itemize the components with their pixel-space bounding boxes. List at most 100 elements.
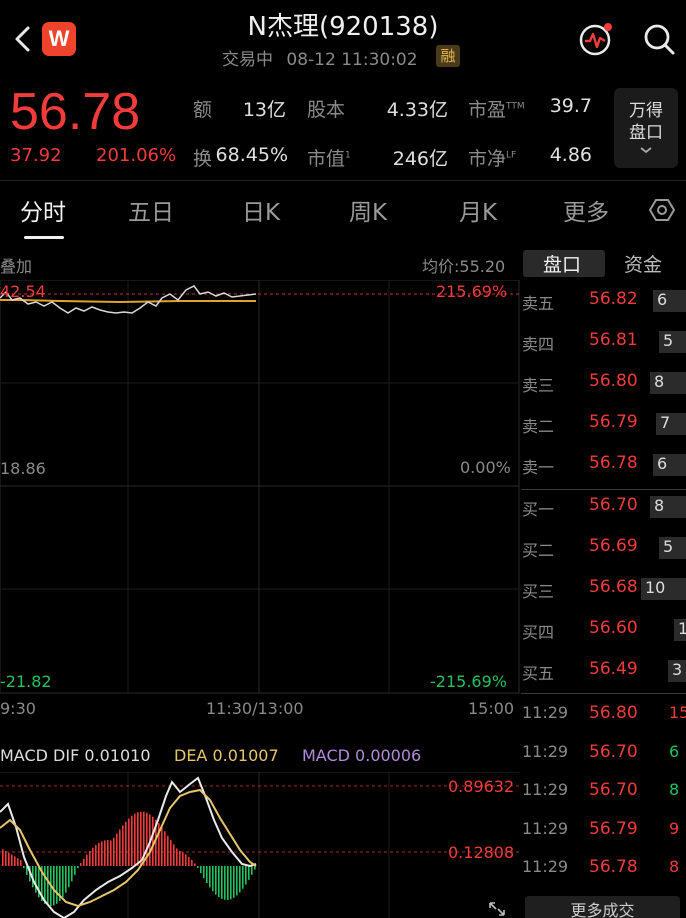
- bid-row[interactable]: 买三 56.68 10: [521, 574, 686, 604]
- macd-bar: [107, 840, 109, 866]
- macd-bar: [191, 859, 193, 866]
- datetime-text: 08-12 11:30:02: [286, 50, 418, 70]
- tab-intraday[interactable]: 分时: [20, 193, 66, 227]
- side-tab-orderbook[interactable]: 盘口: [543, 250, 581, 277]
- ob-volume: 7: [660, 413, 671, 432]
- macd-bar: [188, 856, 190, 866]
- macd-bar: [230, 866, 232, 900]
- macd-bar: [119, 829, 121, 866]
- price-alert-icon[interactable]: [577, 20, 615, 58]
- macd-chart[interactable]: [0, 772, 520, 918]
- macd-bar: [44, 866, 46, 904]
- ob-volume: 8: [654, 372, 665, 391]
- macd-bar: [137, 812, 139, 866]
- ask-row[interactable]: 卖二 56.79 7: [521, 409, 686, 439]
- tab-daily-k[interactable]: 日K: [242, 193, 280, 227]
- wande-line2: 盘口: [629, 123, 663, 143]
- bid-row[interactable]: 买一 56.70 8: [521, 492, 686, 522]
- ob-price: 56.78: [589, 453, 638, 473]
- ob-price: 56.79: [589, 412, 638, 432]
- trade-status: 交易中 08-12 11:30:02: [222, 45, 418, 70]
- stat-value-pb: 4.86: [549, 144, 592, 166]
- stat-label-pb: 市净LF: [468, 148, 517, 170]
- expand-icon[interactable]: [487, 900, 507, 918]
- macd-bar: [239, 866, 241, 893]
- overlay-button[interactable]: 叠加: [0, 253, 32, 277]
- settings-icon[interactable]: [648, 196, 676, 224]
- ob-level-label: 卖三: [522, 376, 555, 395]
- search-icon[interactable]: [640, 20, 678, 58]
- macd-bar: [65, 866, 67, 893]
- stat-label-pe: 市盈TTM: [468, 99, 525, 121]
- ob-price: 56.60: [589, 618, 638, 638]
- trade-volume: 6: [669, 741, 680, 761]
- ob-price: 56.49: [589, 659, 638, 679]
- macd-bar: [224, 866, 226, 900]
- macd-bar: [89, 851, 91, 866]
- macd-bar: [227, 866, 229, 900]
- bid-row[interactable]: 买二 56.69 5: [521, 533, 686, 563]
- tab-five-day[interactable]: 五日: [128, 193, 174, 227]
- macd-axis-top: 0.89632: [448, 777, 515, 796]
- ob-level-label: 买四: [522, 623, 555, 642]
- ob-level-label: 卖一: [522, 458, 555, 477]
- ob-volume: 10: [645, 578, 666, 597]
- trade-time: 11:29: [522, 741, 569, 761]
- ob-level-label: 卖五: [522, 294, 555, 313]
- macd-bar: [122, 825, 124, 866]
- macd-bar: [251, 866, 253, 875]
- ob-divider: [521, 489, 686, 490]
- trade-price: 56.70: [589, 741, 638, 762]
- margin-badge: 融: [436, 45, 460, 67]
- macd-bar: [56, 866, 58, 904]
- macd-bar: [167, 835, 169, 866]
- ask-row[interactable]: 卖一 56.78 6: [521, 450, 686, 480]
- ob-price: 56.68: [589, 577, 638, 597]
- bid-row[interactable]: 买五 56.49 3: [521, 656, 686, 686]
- macd-bar: [218, 866, 220, 898]
- ob-volume: 5: [663, 331, 674, 350]
- divider: [0, 180, 686, 181]
- stat-label-share-capital: 股本: [307, 99, 346, 121]
- ask-row[interactable]: 卖五 56.82 6: [521, 286, 686, 316]
- tab-monthly-k[interactable]: 月K: [459, 193, 497, 227]
- macd-bar: [185, 854, 187, 866]
- trade-volume: 8: [669, 857, 680, 876]
- active-tab-indicator: [24, 236, 64, 239]
- trade-row: 11:29 56.78 8: [521, 854, 686, 882]
- macd-bar: [152, 816, 154, 866]
- time-mid: 11:30/13:00: [206, 699, 304, 718]
- stat-value-market-cap: 246亿: [392, 148, 448, 170]
- trade-row: 11:29 56.70 6: [521, 739, 686, 767]
- trade-volume: 9: [669, 818, 680, 838]
- side-tab-capital[interactable]: 资金: [624, 250, 662, 277]
- axis-top-right: 215.69%: [436, 282, 508, 301]
- macd-bar: [131, 815, 133, 866]
- macd-bar: [95, 844, 97, 866]
- ob-price: 56.80: [589, 371, 638, 391]
- macd-bar: [170, 840, 172, 866]
- more-trades-button[interactable]: 更多成交: [525, 896, 680, 918]
- macd-bar: [236, 866, 238, 896]
- macd-bar: [17, 858, 19, 866]
- macd-bar: [242, 866, 244, 889]
- axis-mid-right: 0.00%: [460, 458, 511, 477]
- intraday-chart[interactable]: [0, 280, 520, 695]
- macd-bar: [134, 813, 136, 866]
- wande-orderbook-button[interactable]: 万得 盘口: [614, 88, 678, 168]
- bid-row[interactable]: 买四 56.60 1: [521, 615, 686, 645]
- tab-weekly-k[interactable]: 周K: [349, 193, 387, 227]
- macd-bar: [173, 844, 175, 866]
- ob-volume: 5: [663, 537, 674, 556]
- ask-row[interactable]: 卖四 56.81 5: [521, 327, 686, 357]
- ob-level-label: 买二: [522, 541, 555, 560]
- stat-value-share-capital: 4.33亿: [386, 99, 448, 121]
- trade-time: 11:29: [522, 818, 569, 838]
- tab-more[interactable]: 更多: [563, 193, 609, 227]
- ask-row[interactable]: 卖三 56.80 8: [521, 368, 686, 398]
- macd-bar: [104, 840, 106, 866]
- macd-bar: [47, 866, 49, 906]
- macd-bar: [215, 866, 217, 895]
- ob-price: 56.82: [589, 289, 638, 309]
- axis-top-left: 42.54: [0, 282, 46, 301]
